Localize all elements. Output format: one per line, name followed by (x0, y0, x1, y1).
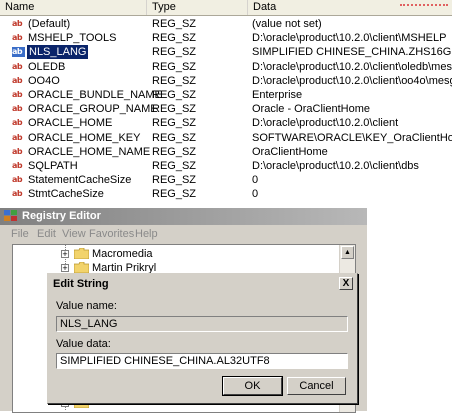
value-data: D:\oracle\product\10.2.0\client\oledb\me… (252, 60, 452, 73)
scroll-up-icon[interactable]: ▲ (341, 246, 354, 259)
value-type: REG_SZ (152, 145, 197, 158)
value-data: D:\oracle\product\10.2.0\client\oo4o\mes… (252, 74, 452, 87)
value-row[interactable]: ab StatementCacheSize REG_SZ 0 (0, 173, 452, 187)
dialog-title-bar[interactable]: Edit String X (50, 276, 355, 293)
string-value-icon: ab (12, 47, 25, 58)
value-data: SOFTWARE\ORACLE\KEY_OraClientHome (252, 131, 452, 144)
value-name: ORACLE_GROUP_NAME (28, 103, 158, 116)
value-name-label: Value name: (56, 300, 117, 312)
value-type: REG_SZ (152, 174, 197, 187)
value-data: Enterprise (252, 88, 303, 101)
values-list-header: Name Type Data (0, 0, 452, 16)
registry-values-list: Name Type Data ab (Default) REG_SZ (value n… (0, 0, 452, 206)
string-value-icon: ab (12, 75, 23, 85)
value-row[interactable]: ab ORACLE_BUNDLE_NAME REG_SZ Enterprise (0, 88, 452, 102)
folder-icon (74, 248, 89, 259)
value-name: ORACLE_HOME (28, 117, 113, 130)
string-value-icon: ab (12, 33, 23, 43)
value-name: (Default) (28, 18, 71, 30)
value-name: SQLPATH (28, 159, 78, 172)
value-row[interactable]: ab ORACLE_HOME REG_SZ D:\oracle\product\10.… (0, 116, 452, 130)
menu-help[interactable]: Help (135, 227, 158, 241)
string-value-icon: ab (12, 89, 23, 99)
value-name: OO4O (28, 74, 60, 87)
dialog-title: Edit String (53, 278, 109, 290)
folder-icon (74, 262, 89, 273)
column-header-type[interactable]: Type (147, 0, 248, 15)
value-name: ORACLE_HOME_KEY (28, 131, 141, 144)
value-name: MSHELP_TOOLS (28, 32, 117, 45)
value-row[interactable]: ab OLEDB REG_SZ D:\oracle\product\10.2.0\cl… (0, 60, 452, 74)
value-type: REG_SZ (152, 32, 197, 45)
string-value-icon: ab (12, 104, 23, 114)
menu-file[interactable]: File (11, 227, 29, 241)
menu-edit[interactable]: Edit (37, 227, 56, 241)
tree-node-label: Macromedia (92, 248, 153, 260)
value-row[interactable]: ab ORACLE_HOME_NAME REG_SZ OraClientHome (0, 145, 452, 159)
value-row[interactable]: ab SQLPATH REG_SZ D:\oracle\product\10.2.0\… (0, 159, 452, 173)
value-data-label: Value data: (56, 338, 111, 350)
value-type: REG_SZ (152, 117, 197, 130)
annotation-mark (400, 0, 448, 6)
value-row[interactable]: ab ORACLE_HOME_KEY REG_SZ SOFTWARE\ORACLE\K… (0, 131, 452, 145)
value-type: REG_SZ (152, 46, 197, 59)
value-type: REG_SZ (152, 74, 197, 87)
value-data: D:\oracle\product\10.2.0\client (252, 117, 399, 130)
value-type: REG_SZ (152, 131, 197, 144)
title-bar[interactable]: Registry Editor (0, 208, 367, 225)
value-data: 0 (252, 188, 259, 201)
value-type: REG_SZ (152, 88, 197, 101)
values-rows: ab (Default) REG_SZ (value not set) ab MSHELP… (0, 17, 452, 201)
tree-node-macromedia[interactable]: + Macromedia (61, 247, 261, 261)
value-type: REG_SZ (152, 60, 197, 73)
menu-bar: File Edit View Favorites Help (0, 226, 367, 242)
column-header-name[interactable]: Name (0, 0, 147, 15)
string-value-icon: ab (12, 160, 23, 170)
menu-view[interactable]: View (62, 227, 86, 241)
value-data: Oracle - OraClientHome (252, 103, 370, 116)
value-name: OLEDB (28, 60, 66, 73)
value-data: D:\oracle\product\10.2.0\client\dbs (252, 159, 419, 172)
value-name-field[interactable] (56, 316, 348, 332)
string-value-icon: ab (12, 132, 23, 142)
ok-button[interactable]: OK (222, 376, 283, 396)
registry-editor-icon (4, 210, 17, 221)
close-button[interactable]: X (339, 277, 353, 290)
value-data: 0 (252, 174, 259, 187)
value-data-field[interactable] (56, 353, 348, 369)
value-row[interactable]: ab ORACLE_GROUP_NAME REG_SZ Oracle - OraCli… (0, 102, 452, 116)
string-value-icon: ab (12, 146, 23, 156)
value-row[interactable]: ab NLS_LANG REG_SZ SIMPLIFIED CHINESE_CHINA… (0, 45, 452, 60)
string-value-icon: ab (12, 175, 23, 185)
value-type: REG_SZ (152, 18, 197, 30)
string-value-icon: ab (12, 61, 23, 71)
menu-favorites[interactable]: Favorites (89, 227, 134, 241)
value-name: ORACLE_BUNDLE_NAME (28, 88, 162, 101)
value-row[interactable]: ab MSHELP_TOOLS REG_SZ D:\oracle\product\10… (0, 31, 452, 45)
string-value-icon: ab (12, 19, 23, 28)
value-data: OraClientHome (252, 145, 328, 158)
value-row[interactable]: ab (Default) REG_SZ (value not set) (0, 17, 452, 31)
expand-icon[interactable]: + (61, 264, 69, 273)
value-name: StmtCacheSize (28, 188, 104, 201)
string-value-icon: ab (12, 189, 23, 199)
string-value-icon: ab (12, 118, 23, 128)
value-data: D:\oracle\product\10.2.0\client\MSHELP (252, 32, 447, 45)
window-title: Registry Editor (22, 210, 101, 222)
value-data: (value not set) (252, 18, 322, 30)
value-type: REG_SZ (152, 103, 197, 116)
value-row[interactable]: ab StmtCacheSize REG_SZ 0 (0, 187, 452, 201)
value-data: SIMPLIFIED CHINESE_CHINA.ZHS16GBK (252, 46, 452, 59)
value-name: StatementCacheSize (28, 174, 132, 187)
value-name: ORACLE_HOME_NAME (28, 145, 151, 158)
expand-icon[interactable]: + (61, 250, 69, 259)
edit-string-dialog: Edit String X Value name: Value data: OK… (47, 273, 358, 404)
value-type: REG_SZ (152, 159, 197, 172)
value-name: NLS_LANG (27, 45, 89, 60)
value-type: REG_SZ (152, 188, 197, 201)
cancel-button[interactable]: Cancel (287, 377, 346, 395)
value-row[interactable]: ab OO4O REG_SZ D:\oracle\product\10.2.0\cli… (0, 74, 452, 88)
